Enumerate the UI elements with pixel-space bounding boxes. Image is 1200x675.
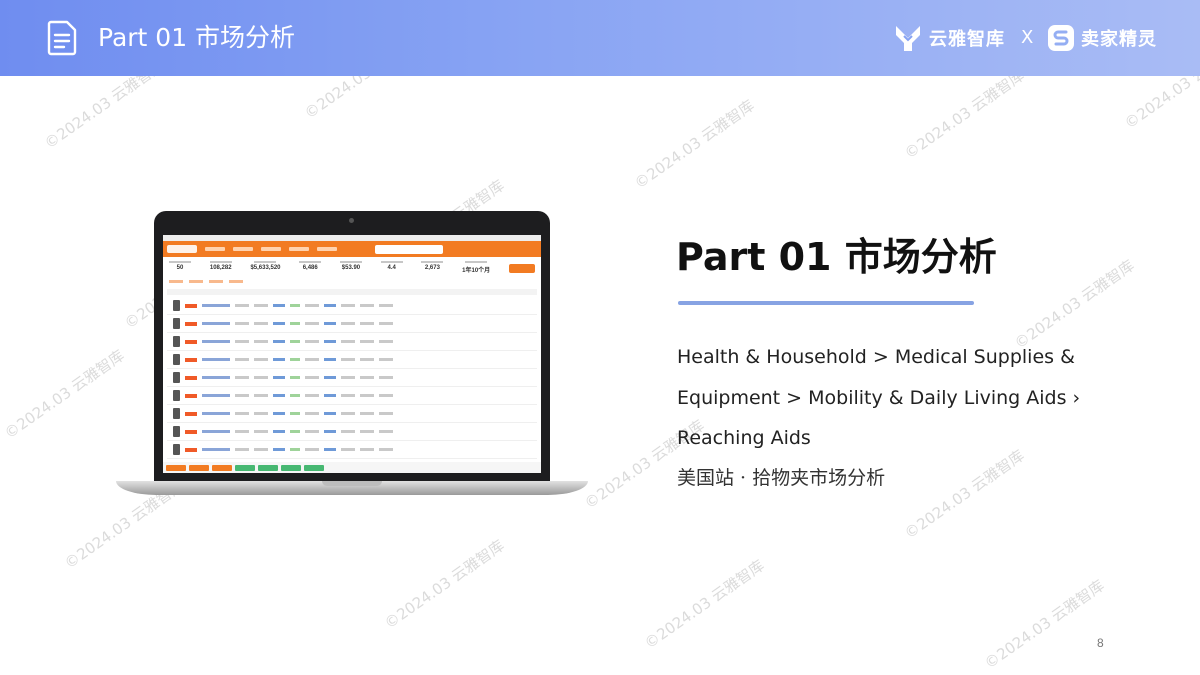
app-footer-toolbar [163,462,541,473]
table-row [167,387,537,405]
watermark: ©2024.03 云雅智库 [631,96,758,193]
slide-header: Part 01 市场分析 云雅智库 X 卖家精灵 [0,0,1200,76]
app-logo [167,245,197,253]
yunya-brand-name: 云雅智库 [929,29,1005,50]
table-row [167,441,537,459]
yunya-logo-icon [896,26,920,51]
watermark: ©2024.03 云雅智库 [381,536,508,633]
table-row [167,405,537,423]
app-search-box [375,244,443,254]
title-divider [678,301,974,305]
market-subtitle: 美国站 · 拾物夹市场分析 [677,467,886,489]
app-stats-bar: 50 108,282 $5,633,520 6,486 $53.90 4.4 2… [163,257,541,276]
watermark: ©2024.03 云雅智库 [641,556,768,653]
app-stat: 6,486 [299,261,322,274]
yunya-brand-logo: 云雅智库 [893,22,1005,54]
watermark: ©2024.03 云雅智库 [1,346,128,443]
watermark: ©2024.03 云雅智库 [981,576,1108,673]
app-nav-item [261,247,281,251]
app-nav-item [205,247,225,251]
header-title: Part 01 市场分析 [98,23,296,52]
laptop-screen-bezel: 50 108,282 $5,633,520 6,486 $53.90 4.4 2… [154,211,550,483]
table-row [167,297,537,315]
app-navbar [163,241,541,257]
brand-separator: X [1021,27,1034,48]
app-screenshot: 50 108,282 $5,633,520 6,486 $53.90 4.4 2… [163,235,541,473]
laptop-notch [322,481,382,486]
camera-dot [349,218,354,223]
watermark: ©2024.03 云雅智库 [41,76,168,153]
table-row [167,315,537,333]
watermark: ©2024.03 云雅智库 [901,76,1028,163]
watermark: ©2024.03 云雅智库 [901,446,1028,543]
app-export-button [508,264,535,273]
section-title: Part 01 市场分析 [676,235,997,279]
maijia-brand-logo: 卖家精灵 [1047,22,1157,54]
maijia-logo-icon [1048,25,1074,51]
app-table-header [167,289,537,295]
table-row [167,369,537,387]
watermark: ©2024.03 云雅智库 [300,76,428,123]
app-stat: 1年10个月 [462,261,490,274]
app-nav-item [233,247,253,251]
page-number: 8 [1097,636,1104,650]
app-stat: 108,282 [209,261,232,274]
laptop-mockup: 50 108,282 $5,633,520 6,486 $53.90 4.4 2… [116,211,588,501]
app-table [167,297,537,459]
category-path: Health & Household > Medical Supplies & … [677,346,1081,449]
app-stat: 2,673 [421,261,444,274]
app-stat: 4.4 [380,261,403,274]
app-nav-item [317,247,337,251]
watermark: ©2024.03 云雅智库 [1121,76,1200,133]
app-stat: $5,633,520 [250,261,281,274]
table-row [167,423,537,441]
app-stat: 50 [169,261,191,274]
app-stat: $53.90 [339,261,362,274]
table-row [167,351,537,369]
app-nav-item [289,247,309,251]
app-filter-tabs [163,276,541,287]
table-row [167,333,537,351]
document-icon [47,20,77,56]
maijia-brand-name: 卖家精灵 [1081,29,1157,50]
